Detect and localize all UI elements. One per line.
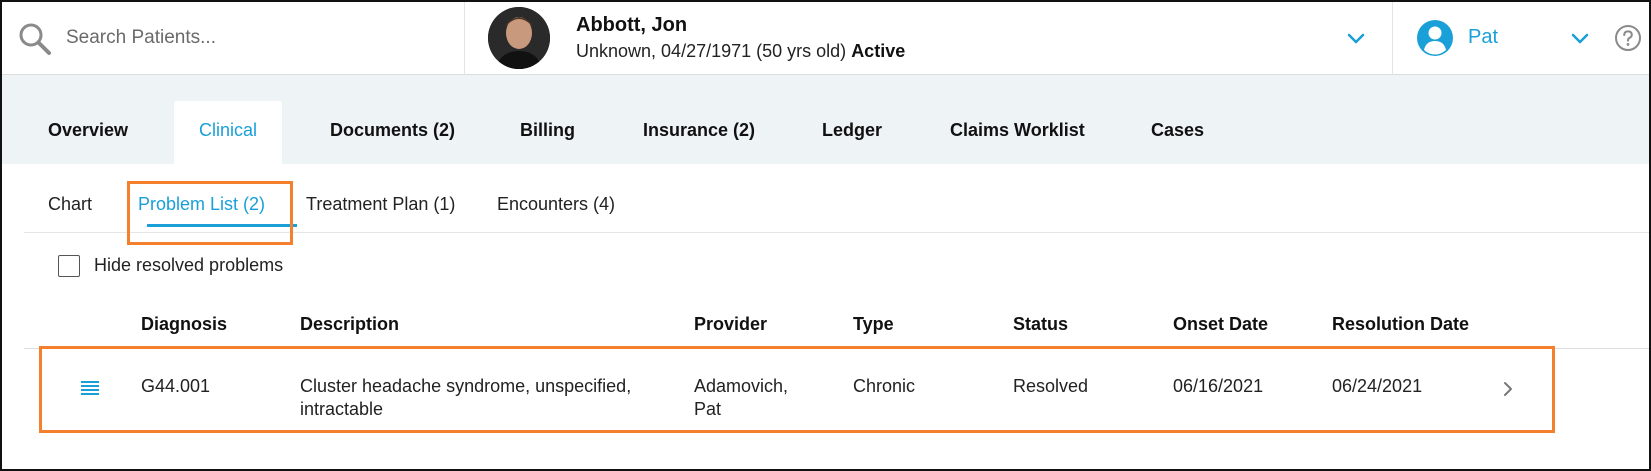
- patient-search: [2, 2, 465, 74]
- subtab-encounters[interactable]: Encounters (4): [497, 194, 615, 215]
- chevron-down-icon[interactable]: [1568, 26, 1592, 50]
- column-onset-date[interactable]: Onset Date: [1173, 314, 1268, 335]
- hide-resolved-label: Hide resolved problems: [94, 255, 284, 275]
- patient-status: Active: [851, 41, 906, 61]
- patient-banner: Abbott, Jon Unknown, 04/27/1971 (50 yrs …: [464, 2, 1393, 74]
- column-type[interactable]: Type: [853, 314, 894, 335]
- column-diagnosis[interactable]: Diagnosis: [141, 314, 227, 335]
- clinical-panel: Chart Problem List (2) Treatment Plan (1…: [24, 164, 1649, 469]
- tab-overview[interactable]: Overview: [48, 101, 128, 164]
- subtab-treatment-plan[interactable]: Treatment Plan (1): [306, 194, 455, 215]
- tab-billing[interactable]: Billing: [520, 101, 575, 164]
- app-window: Abbott, Jon Unknown, 04/27/1971 (50 yrs …: [0, 0, 1651, 471]
- tab-ledger[interactable]: Ledger: [822, 101, 882, 164]
- sub-tab-bar: Chart Problem List (2) Treatment Plan (1…: [24, 164, 1649, 245]
- patient-demographics: Unknown, 04/27/1971 (50 yrs old): [576, 41, 847, 61]
- search-input[interactable]: [66, 25, 446, 51]
- patient-name: Abbott, Jon: [576, 14, 688, 36]
- row-highlight: [39, 346, 1555, 433]
- problem-list-highlight: [127, 181, 293, 245]
- tab-cases[interactable]: Cases: [1151, 101, 1204, 164]
- column-resolution-date[interactable]: Resolution Date: [1332, 314, 1469, 335]
- patient-photo-icon: [488, 7, 550, 69]
- column-provider[interactable]: Provider: [694, 314, 767, 335]
- tab-documents[interactable]: Documents (2): [330, 101, 455, 164]
- tab-claims-worklist[interactable]: Claims Worklist: [950, 101, 1085, 164]
- user-circle-icon: [1417, 20, 1453, 56]
- hide-resolved-checkbox[interactable]: [58, 255, 80, 277]
- top-header: Abbott, Jon Unknown, 04/27/1971 (50 yrs …: [2, 2, 1649, 75]
- user-name: Pat: [1468, 26, 1499, 48]
- subtab-chart[interactable]: Chart: [48, 194, 92, 215]
- column-status[interactable]: Status: [1013, 314, 1068, 335]
- column-description[interactable]: Description: [300, 314, 399, 335]
- help-circle-icon[interactable]: [1614, 24, 1642, 52]
- tab-insurance[interactable]: Insurance (2): [643, 101, 755, 164]
- chevron-down-icon[interactable]: [1344, 26, 1368, 50]
- primary-tab-bar: Overview Clinical Documents (2) Billing …: [2, 75, 1649, 164]
- tab-clinical[interactable]: Clinical: [174, 101, 282, 164]
- patient-details: Unknown, 04/27/1971 (50 yrs old) Active: [576, 41, 905, 62]
- problem-table-header: Diagnosis Description Provider Type Stat…: [24, 304, 1649, 349]
- user-menu[interactable]: Pat: [1392, 2, 1649, 74]
- patient-avatar: [488, 7, 550, 69]
- search-icon[interactable]: [18, 22, 52, 56]
